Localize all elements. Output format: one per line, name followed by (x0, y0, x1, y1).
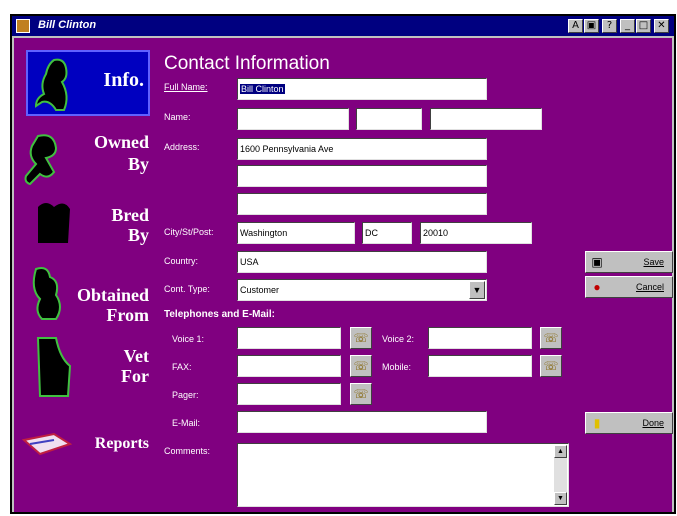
chevron-down-icon[interactable]: ▼ (469, 281, 485, 299)
window-title: Bill Clinton (38, 19, 97, 31)
window-menu-button[interactable]: ▣ (584, 19, 599, 33)
floppy-icon: ▣ (591, 255, 603, 269)
save-label: Save (643, 257, 664, 267)
pager-label: Pager: (172, 390, 199, 400)
full-name-field[interactable]: Bill Clinton (237, 78, 487, 100)
nav-from-label: From (106, 305, 149, 325)
email-label: E-Mail: (172, 418, 201, 428)
dog-silhouette-icon (38, 203, 70, 243)
state-field[interactable]: DC (362, 222, 412, 244)
section-phones-heading: Telephones and E-Mail: (164, 309, 275, 320)
mobile-label: Mobile: (382, 362, 412, 372)
cont-type-label: Cont. Type: (164, 284, 210, 294)
comments-scrollbar[interactable]: ▲ ▼ (554, 445, 567, 505)
middle-name-field[interactable] (356, 108, 422, 130)
pager-field[interactable] (237, 383, 341, 405)
save-button[interactable]: ▣ Save (585, 251, 673, 273)
app-icon (16, 19, 30, 33)
first-name-field[interactable] (237, 108, 349, 130)
voice2-label: Voice 2: (382, 334, 415, 344)
done-button[interactable]: ▮ Done (585, 412, 673, 434)
cancel-label: Cancel (635, 282, 664, 292)
nav-bred-label: Bred (111, 205, 149, 225)
name-label: Name: (164, 112, 191, 122)
nav-reports-label: Reports (94, 435, 149, 452)
address-line2-field[interactable] (237, 165, 487, 187)
full-name-label: Full Name: (164, 82, 208, 92)
phone-dial-icon[interactable]: ☏ (540, 355, 562, 377)
email-field[interactable] (237, 411, 487, 433)
nav-reports[interactable]: Reports (14, 430, 149, 458)
cont-type-select[interactable]: Customer ▼ (237, 279, 487, 301)
phone-dial-icon[interactable]: ☏ (540, 327, 562, 349)
help-button[interactable]: ? (602, 19, 617, 33)
comments-label: Comments: (164, 446, 211, 456)
close-button[interactable]: ✕ (654, 19, 669, 33)
title-bar[interactable]: Bill Clinton A ▣ ? _ □ ✕ (12, 16, 674, 36)
voice1-field[interactable] (237, 327, 341, 349)
scroll-down-icon[interactable]: ▼ (554, 492, 567, 505)
dog-silhouette-icon (36, 337, 72, 397)
fax-label: FAX: (172, 362, 192, 372)
phone-dial-icon[interactable]: ☏ (350, 383, 372, 405)
nav-obtained-from[interactable]: Obtained From (14, 263, 149, 329)
nav-for-label: For (121, 366, 149, 386)
city-field[interactable]: Washington (237, 222, 355, 244)
nav-vet-label: Vet (123, 346, 149, 366)
done-label: Done (642, 418, 664, 428)
nav-info-label: Info. (103, 69, 144, 91)
client-area: Info. Owned By Bred By Obtained From Vet… (14, 38, 673, 512)
font-button[interactable]: A (568, 19, 583, 33)
fax-field[interactable] (237, 355, 341, 377)
last-name-field[interactable] (430, 108, 542, 130)
comments-field[interactable]: ▲ ▼ (237, 443, 569, 507)
scroll-up-icon[interactable]: ▲ (554, 445, 567, 458)
maximize-button[interactable]: □ (636, 19, 651, 33)
nav-owned-by[interactable]: Owned By (14, 122, 149, 188)
dog-silhouette-icon (34, 58, 68, 111)
postcode-field[interactable]: 20010 (420, 222, 532, 244)
nav-by-label: By (127, 154, 149, 174)
full-name-value: Bill Clinton (240, 84, 285, 94)
address-line3-field[interactable] (237, 193, 487, 215)
city-label: City/St/Post: (164, 227, 214, 237)
cont-type-value: Customer (240, 285, 280, 295)
mobile-field[interactable] (428, 355, 532, 377)
minimize-button[interactable]: _ (620, 19, 635, 33)
dog-silhouette-icon (32, 267, 61, 320)
cancel-button[interactable]: ● Cancel (585, 276, 673, 298)
nav-obtained-label: Obtained (76, 285, 149, 305)
nav-bred-by-label: By (127, 225, 149, 245)
nav-vet-for[interactable]: Vet For (14, 334, 149, 400)
country-field[interactable]: USA (237, 251, 487, 273)
country-label: Country: (164, 256, 199, 266)
nav-owned-label: Owned (93, 132, 149, 152)
phone-dial-icon[interactable]: ☏ (350, 327, 372, 349)
voice1-label: Voice 1: (172, 334, 205, 344)
reports-icon (22, 432, 72, 456)
address-line1-field[interactable]: 1600 Pennsylvania Ave (237, 138, 487, 160)
voice2-field[interactable] (428, 327, 532, 349)
address-label: Address: (164, 142, 200, 152)
door-icon: ▮ (593, 416, 601, 430)
page-title: Contact Information (164, 53, 330, 74)
nav-bred-by[interactable]: Bred By (14, 193, 149, 259)
phone-dial-icon[interactable]: ☏ (350, 355, 372, 377)
cancel-icon: ● (593, 280, 601, 294)
dog-silhouette-icon (24, 134, 58, 186)
nav-info[interactable]: Info. (26, 50, 150, 116)
